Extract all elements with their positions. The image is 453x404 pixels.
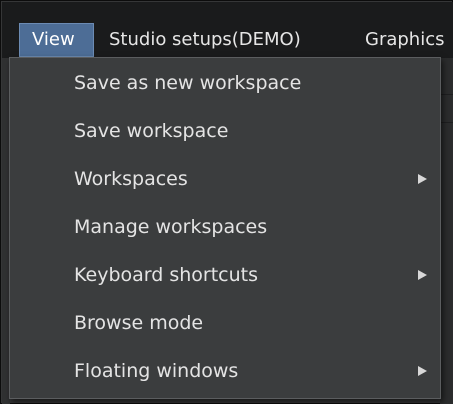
menu-item-label: Save as new workspace [74,72,302,94]
menu-item-manage-workspaces[interactable]: Manage workspaces [10,204,440,250]
menu-view[interactable]: View [19,23,94,57]
background-divider [440,94,453,95]
app-window: View Studio setups(DEMO) Graphics Save a… [0,0,453,404]
menu-item-workspaces[interactable]: Workspaces [10,156,440,202]
menu-item-label: Manage workspaces [74,216,268,238]
menu-item-label: Browse mode [74,312,204,334]
menu-item-save-workspace[interactable]: Save workspace [10,108,440,154]
menu-item-save-as-new-workspace[interactable]: Save as new workspace [10,60,440,106]
submenu-arrow-icon [418,270,427,280]
menu-item-label: Keyboard shortcuts [74,264,259,286]
menu-item-label: Floating windows [74,360,239,382]
menu-studio-setups[interactable]: Studio setups(DEMO) [109,23,301,57]
submenu-arrow-icon [418,366,427,376]
menu-item-label: Workspaces [74,168,188,190]
menu-item-floating-windows[interactable]: Floating windows [10,348,440,394]
menu-item-browse-mode[interactable]: Browse mode [10,300,440,346]
background-divider [440,122,453,123]
menu-graphics[interactable]: Graphics [365,23,445,57]
background-panel-right [440,58,453,404]
view-dropdown-menu: Save as new workspace Save workspace Wor… [9,57,441,399]
menu-item-label: Save workspace [74,120,229,142]
menu-item-keyboard-shortcuts[interactable]: Keyboard shortcuts [10,252,440,298]
submenu-arrow-icon [418,174,427,184]
menu-bar: View Studio setups(DEMO) Graphics [2,2,453,58]
